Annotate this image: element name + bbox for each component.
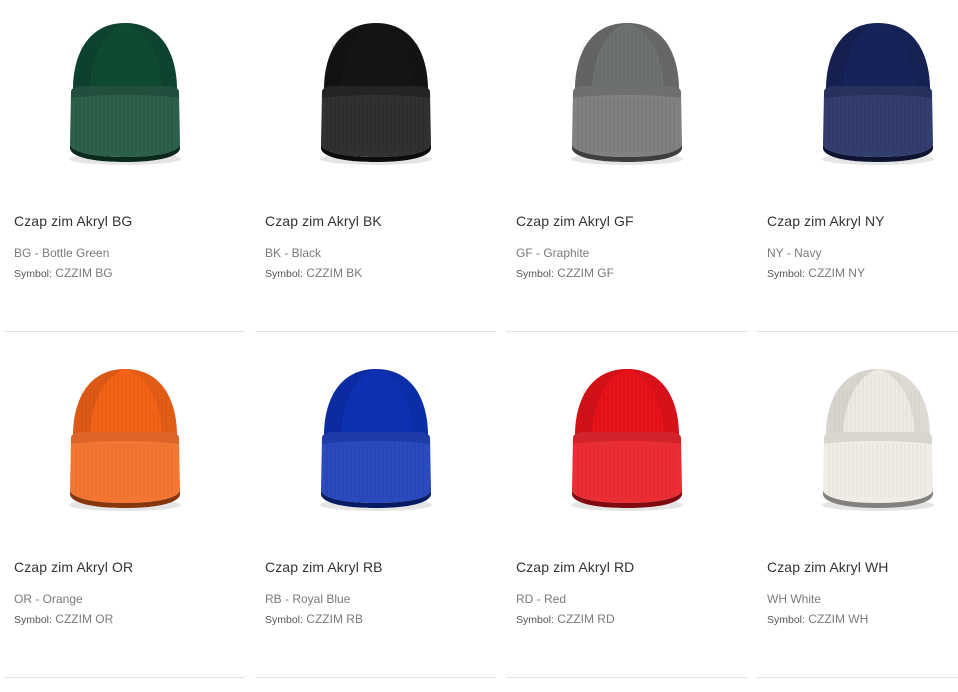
product-symbol: Symbol: CZZIM RB — [265, 612, 363, 626]
beanie-hat-icon — [320, 369, 432, 511]
product-symbol: Symbol: CZZIM WH — [767, 612, 868, 626]
symbol-label: Symbol: — [516, 268, 554, 280]
product-card[interactable]: Czap zim Akryl BK BK - Black Symbol: CZZ… — [255, 0, 496, 332]
product-color: OR - Orange — [14, 592, 83, 606]
product-color: BG - Bottle Green — [14, 246, 110, 260]
symbol-value: CZZIM BG — [55, 266, 113, 280]
product-symbol: Symbol: CZZIM RD — [516, 612, 615, 626]
symbol-label: Symbol: — [14, 614, 52, 626]
symbol-value: CZZIM RD — [557, 612, 615, 626]
product-color: NY - Navy — [767, 246, 822, 260]
product-card[interactable]: Czap zim Akryl RB RB - Royal Blue Symbol… — [255, 346, 496, 678]
product-name[interactable]: Czap zim Akryl WH — [767, 559, 889, 575]
beanie-hat-icon — [69, 369, 181, 511]
product-card[interactable]: Czap zim Akryl BG BG - Bottle Green Symb… — [4, 0, 245, 332]
product-color: BK - Black — [265, 246, 322, 260]
product-color: WH White — [767, 592, 821, 606]
symbol-label: Symbol: — [14, 268, 52, 280]
symbol-value: CZZIM RB — [306, 612, 363, 626]
product-name[interactable]: Czap zim Akryl BK — [265, 213, 382, 229]
beanie-hat-icon — [822, 23, 934, 165]
product-image[interactable] — [4, 346, 245, 542]
product-name[interactable]: Czap zim Akryl RD — [516, 559, 634, 575]
product-name[interactable]: Czap zim Akryl BG — [14, 213, 132, 229]
product-image[interactable] — [757, 346, 958, 542]
product-symbol: Symbol: CZZIM BG — [14, 266, 113, 280]
product-symbol: Symbol: CZZIM GF — [516, 266, 614, 280]
product-symbol: Symbol: CZZIM NY — [767, 266, 865, 280]
product-name[interactable]: Czap zim Akryl RB — [265, 559, 383, 575]
beanie-hat-icon — [571, 23, 683, 165]
product-grid: Czap zim Akryl BG BG - Bottle Green Symb… — [0, 0, 958, 692]
product-symbol: Symbol: CZZIM OR — [14, 612, 113, 626]
product-card[interactable]: Czap zim Akryl OR OR - Orange Symbol: CZ… — [4, 346, 245, 678]
product-card[interactable]: Czap zim Akryl NY NY - Navy Symbol: CZZI… — [757, 0, 958, 332]
symbol-value: CZZIM NY — [808, 266, 865, 280]
symbol-label: Symbol: — [767, 614, 805, 626]
product-color: RD - Red — [516, 592, 567, 606]
beanie-hat-icon — [571, 369, 683, 511]
symbol-value: CZZIM WH — [808, 612, 869, 626]
product-color: GF - Graphite — [516, 246, 590, 260]
product-image[interactable] — [506, 346, 747, 542]
symbol-label: Symbol: — [265, 268, 303, 280]
product-card[interactable]: Czap zim Akryl RD RD - Red Symbol: CZZIM… — [506, 346, 747, 678]
product-symbol: Symbol: CZZIM BK — [265, 266, 362, 280]
product-image[interactable] — [255, 0, 496, 196]
product-card[interactable]: Czap zim Akryl WH WH White Symbol: CZZIM… — [757, 346, 958, 678]
symbol-value: CZZIM OR — [55, 612, 114, 626]
product-image[interactable] — [757, 0, 958, 196]
beanie-hat-icon — [822, 369, 934, 511]
product-name[interactable]: Czap zim Akryl NY — [767, 213, 885, 229]
symbol-value: CZZIM BK — [306, 266, 363, 280]
product-image[interactable] — [255, 346, 496, 542]
symbol-label: Symbol: — [516, 614, 554, 626]
beanie-hat-icon — [69, 23, 181, 165]
symbol-value: CZZIM GF — [557, 266, 614, 280]
product-image[interactable] — [4, 0, 245, 196]
symbol-label: Symbol: — [265, 614, 303, 626]
product-name[interactable]: Czap zim Akryl OR — [14, 559, 133, 575]
product-name[interactable]: Czap zim Akryl GF — [516, 213, 634, 229]
product-image[interactable] — [506, 0, 747, 196]
symbol-label: Symbol: — [767, 268, 805, 280]
product-color: RB - Royal Blue — [265, 592, 351, 606]
product-card[interactable]: Czap zim Akryl GF GF - Graphite Symbol: … — [506, 0, 747, 332]
beanie-hat-icon — [320, 23, 432, 165]
